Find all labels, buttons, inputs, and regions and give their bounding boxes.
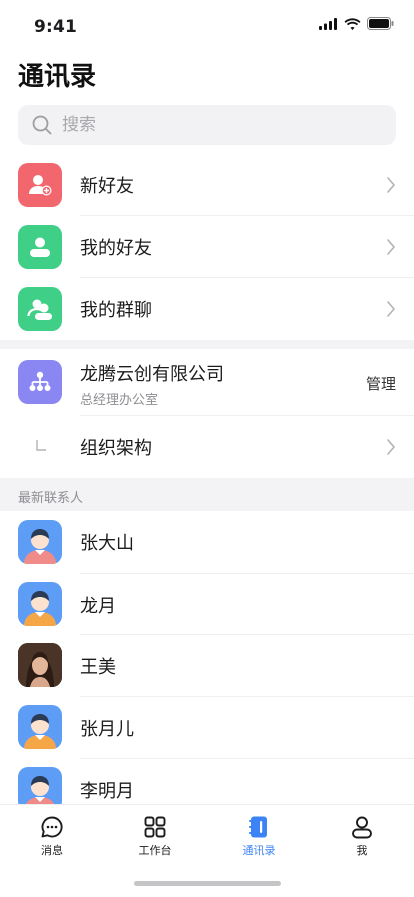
chevron-right-icon (387, 439, 396, 455)
manage-button[interactable]: 管理 (366, 373, 396, 394)
chevron-right-icon (387, 301, 396, 317)
new-friends-label: 新好友 (80, 176, 134, 197)
menu-item-my-groups[interactable]: 我的群聊 (0, 278, 414, 340)
search-icon (32, 115, 52, 135)
recent-contacts-title: 最新联系人 (18, 491, 84, 506)
company-department: 总经理办公室 (80, 393, 159, 408)
org-structure-label: 组织架构 (80, 438, 152, 459)
chat-icon (41, 816, 63, 838)
tab-workbench[interactable]: 工作台 (120, 815, 190, 858)
menu-item-new-friends[interactable]: 新好友 (0, 154, 414, 216)
section-gap (0, 340, 414, 349)
search-input[interactable] (60, 114, 364, 136)
contact-name: 李明月 (80, 781, 134, 802)
menu-item-my-friends[interactable]: 我的好友 (0, 216, 414, 278)
contact-row[interactable]: 张大山 (0, 511, 414, 573)
page-title: 通讯录 (18, 62, 97, 92)
contact-avatar (18, 520, 62, 564)
contact-photo-avatar (18, 643, 62, 687)
org-structure-row[interactable]: 组织架构 (0, 416, 414, 478)
tab-contacts[interactable]: 通讯录 (224, 815, 294, 858)
group-chat-icon (18, 287, 62, 331)
search-bar[interactable] (18, 105, 396, 145)
my-groups-label: 我的群聊 (80, 300, 152, 321)
tab-label: 我 (356, 844, 368, 857)
grid-icon (144, 816, 166, 838)
contact-name: 张月儿 (80, 719, 134, 740)
tab-label: 消息 (41, 844, 63, 857)
tab-me[interactable]: 我 (327, 815, 397, 858)
contact-row[interactable]: 张月儿 (0, 697, 414, 759)
contact-avatar (18, 582, 62, 626)
tree-branch-icon (36, 440, 46, 451)
cellular-signal-icon (319, 17, 337, 30)
recent-contacts-header: 最新联系人 (0, 478, 414, 511)
contact-name: 龙月 (80, 596, 116, 617)
wifi-icon (344, 17, 361, 30)
tab-messages[interactable]: 消息 (17, 815, 87, 858)
org-chart-icon (18, 360, 62, 404)
new-friends-icon (18, 163, 62, 207)
chevron-right-icon (387, 177, 396, 193)
tab-label: 通讯录 (242, 844, 276, 857)
my-friends-label: 我的好友 (80, 238, 152, 259)
contact-name: 王美 (80, 657, 116, 678)
contact-row[interactable]: 龙月 (0, 574, 414, 636)
chevron-right-icon (387, 239, 396, 255)
friends-icon (18, 225, 62, 269)
status-time: 9:41 (34, 17, 78, 37)
contact-row[interactable]: 王美 (0, 635, 414, 697)
contact-avatar (18, 705, 62, 749)
company-name: 龙腾云创有限公司 (80, 364, 224, 385)
contact-name: 张大山 (80, 533, 134, 554)
home-indicator (134, 881, 281, 886)
contacts-book-icon (249, 816, 267, 838)
person-icon (352, 816, 372, 839)
battery-icon (367, 17, 394, 30)
status-icons (319, 17, 394, 30)
tab-label: 工作台 (138, 844, 172, 857)
status-bar: 9:41 (0, 0, 414, 54)
